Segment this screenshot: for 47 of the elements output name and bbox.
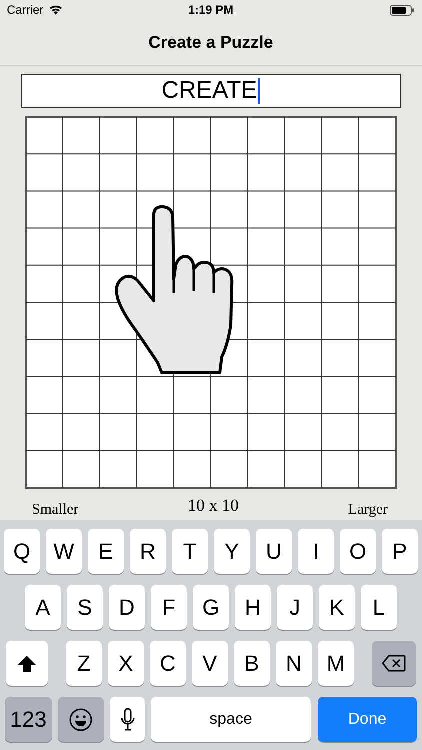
delete-key[interactable] [372, 641, 416, 686]
screen-title: Create a Puzzle [148, 32, 274, 52]
carrier-name: Carrier [7, 3, 44, 17]
keyboard-key[interactable]: K [319, 585, 355, 630]
microphone-key[interactable] [110, 697, 145, 742]
emoji-icon [69, 708, 93, 732]
wifi-icon [48, 5, 63, 15]
space-key[interactable]: space [151, 697, 311, 742]
keyboard-key[interactable]: S [67, 585, 103, 630]
larger-button[interactable]: Larger [348, 502, 388, 519]
keyboard-key[interactable]: R [130, 529, 166, 574]
keyboard-key[interactable]: Y [214, 529, 250, 574]
keyboard-key[interactable]: J [277, 585, 313, 630]
puzzle-grid[interactable] [25, 116, 397, 489]
keyboard-key[interactable]: A [25, 585, 61, 630]
smaller-button[interactable]: Smaller [32, 502, 79, 519]
keyboard-key[interactable]: B [234, 641, 270, 686]
keyboard-key[interactable]: H [235, 585, 271, 630]
keyboard-key[interactable]: U [256, 529, 292, 574]
done-button[interactable]: Done [318, 697, 417, 742]
shift-icon [17, 654, 37, 672]
keyboard-key[interactable]: Q [4, 529, 40, 574]
keyboard-key[interactable]: I [298, 529, 334, 574]
battery-icon [390, 4, 415, 16]
keyboard-key[interactable]: F [151, 585, 187, 630]
emoji-key[interactable] [58, 697, 104, 742]
microphone-icon [120, 708, 134, 732]
shift-key[interactable] [6, 641, 48, 686]
keyboard-key[interactable]: E [88, 529, 124, 574]
delete-icon [382, 655, 406, 672]
keyboard-key[interactable]: T [172, 529, 208, 574]
keyboard-key[interactable]: X [108, 641, 144, 686]
keyboard-key[interactable]: P [382, 529, 418, 574]
keyboard-key[interactable]: O [340, 529, 376, 574]
grid-size-label: 10 x 10 [188, 497, 239, 514]
keyboard-key[interactable]: W [46, 529, 82, 574]
numbers-key[interactable]: 123 [5, 697, 52, 742]
keyboard-key[interactable]: D [109, 585, 145, 630]
keyboard-key[interactable]: V [192, 641, 228, 686]
keyboard-key[interactable]: M [318, 641, 354, 686]
keyboard-key[interactable]: L [361, 585, 397, 630]
clock-time: 1:19 PM [188, 3, 234, 17]
input-field[interactable]: CREATE [21, 74, 401, 108]
keyboard-key[interactable]: G [193, 585, 229, 630]
keyboard-key[interactable]: Z [66, 641, 102, 686]
keyboard-key[interactable]: N [276, 641, 312, 686]
keyboard-key[interactable]: C [150, 641, 186, 686]
